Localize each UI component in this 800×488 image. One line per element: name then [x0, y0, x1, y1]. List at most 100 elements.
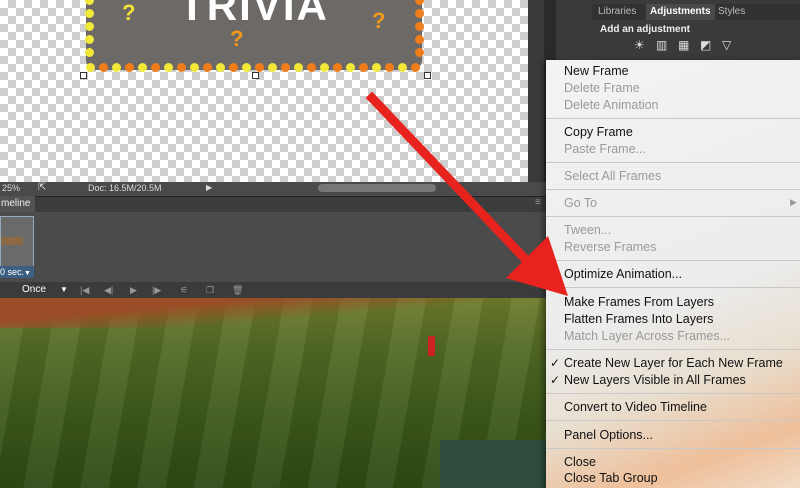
- bulb-dot: [307, 63, 316, 72]
- play-icon[interactable]: ▶: [130, 284, 137, 296]
- menu-item-optimize-animation[interactable]: Optimize Animation...: [564, 267, 682, 282]
- menu-divider: [546, 287, 800, 288]
- question-mark: ?: [230, 26, 244, 51]
- question-mark: ?: [122, 0, 136, 25]
- bulb-dot: [320, 63, 329, 72]
- panel-subtitle: Add an adjustment: [600, 24, 691, 35]
- chevron-down-icon: ▼: [60, 285, 68, 294]
- menu-divider: [546, 162, 800, 163]
- zoom-level[interactable]: 25%: [2, 183, 20, 193]
- menu-item-go-to[interactable]: Go To: [564, 196, 597, 211]
- frame-thumbnail[interactable]: [0, 216, 34, 268]
- tab-timeline[interactable]: meline: [0, 196, 35, 212]
- menu-item-reverse-frames[interactable]: Reverse Frames: [564, 240, 656, 255]
- transform-handle[interactable]: [252, 72, 259, 79]
- transform-handle[interactable]: [424, 72, 431, 79]
- levels-icon[interactable]: ▥: [656, 38, 667, 52]
- document-canvas[interactable]: TRIVIA ? ? ?: [0, 0, 528, 182]
- loop-select[interactable]: Once ▼: [14, 284, 68, 296]
- checkmark-icon: ✓: [550, 356, 561, 370]
- menu-item-paste-frame[interactable]: Paste Frame...: [564, 142, 646, 157]
- bulb-dot: [268, 63, 277, 72]
- exposure-icon[interactable]: ◩: [700, 38, 711, 52]
- timeline-header: [0, 196, 548, 213]
- frame-preview: [1, 237, 23, 245]
- tab-styles[interactable]: Styles: [718, 4, 745, 20]
- field-dirt: [0, 298, 548, 328]
- bulb-dot: [372, 63, 381, 72]
- menu-divider: [546, 420, 800, 421]
- menu-item-copy-frame[interactable]: Copy Frame: [564, 125, 633, 140]
- status-bar: 25% ⇱ Doc: 16.5M/20.5M ▶: [0, 182, 548, 196]
- bulb-dot: [415, 22, 424, 31]
- bulb-dot: [411, 63, 420, 72]
- menu-item-delete-frame[interactable]: Delete Frame: [564, 81, 640, 96]
- frame-delay[interactable]: 0 sec.▼: [0, 266, 34, 278]
- menu-divider: [546, 448, 800, 449]
- bulb-dot: [294, 63, 303, 72]
- menu-divider: [546, 349, 800, 350]
- trivia-banner: TRIVIA ? ? ?: [85, 0, 424, 72]
- bulb-dot: [216, 63, 225, 72]
- bulb-dot: [138, 63, 147, 72]
- menu-item-delete-animation[interactable]: Delete Animation: [564, 98, 659, 113]
- menu-item-create-new-layer[interactable]: Create New Layer for Each New Frame: [564, 356, 783, 371]
- chevron-down-icon: ▼: [24, 270, 31, 277]
- first-frame-icon[interactable]: |◀: [80, 284, 89, 296]
- doc-size[interactable]: Doc: 16.5M/20.5M: [88, 183, 162, 193]
- tween-icon[interactable]: ⚟: [180, 284, 188, 296]
- bulb-dot: [281, 63, 290, 72]
- next-frame-icon[interactable]: |▶: [152, 284, 161, 296]
- tab-libraries[interactable]: Libraries: [598, 4, 636, 20]
- context-menu: New Frame Delete Frame Delete Animation …: [546, 60, 800, 488]
- transform-handle[interactable]: [80, 72, 87, 79]
- menu-divider: [546, 189, 800, 190]
- timeline-body: [0, 212, 548, 282]
- menu-item-tween[interactable]: Tween...: [564, 223, 611, 238]
- bulb-dot: [125, 63, 134, 72]
- menu-item-new-layers-visible[interactable]: New Layers Visible in All Frames: [564, 373, 746, 388]
- bulb-dot: [415, 35, 424, 44]
- canvas-frame-edge: [528, 0, 544, 182]
- menu-item-new-frame[interactable]: New Frame: [564, 64, 629, 79]
- bulb-dot: [151, 63, 160, 72]
- player-figure: [428, 336, 435, 356]
- menu-item-close[interactable]: Close: [564, 455, 596, 470]
- bulb-dot: [415, 0, 424, 5]
- menu-divider: [546, 393, 800, 394]
- tab-adjustments[interactable]: Adjustments: [646, 4, 715, 20]
- bulb-dot: [229, 63, 238, 72]
- frame-delay-label: 0 sec.: [0, 267, 25, 277]
- bulb-dot: [333, 63, 342, 72]
- menu-item-select-all-frames[interactable]: Select All Frames: [564, 169, 661, 184]
- bulb-dot: [85, 9, 94, 18]
- bulb-dot: [346, 63, 355, 72]
- bulb-dot: [85, 22, 94, 31]
- bulb-dot: [385, 63, 394, 72]
- menu-item-match-layer-across-frames[interactable]: Match Layer Across Frames...: [564, 329, 730, 344]
- panel-menu-icon[interactable]: ≡: [535, 197, 541, 208]
- gradient-icon[interactable]: ▽: [722, 38, 731, 52]
- menu-divider: [546, 260, 800, 261]
- duplicate-frame-icon[interactable]: ❐: [206, 284, 214, 296]
- outfield-wall: [440, 440, 548, 488]
- share-icon[interactable]: ⇱: [38, 182, 46, 193]
- status-menu-arrow-icon[interactable]: ▶: [206, 183, 212, 192]
- trash-icon[interactable]: 🗑: [232, 284, 243, 296]
- bulb-dot: [99, 63, 108, 72]
- previous-frame-icon[interactable]: ◀|: [104, 284, 113, 296]
- bulb-dot: [255, 63, 264, 72]
- horizontal-scrollbar[interactable]: [318, 184, 436, 192]
- menu-item-flatten-frames-into-layers[interactable]: Flatten Frames Into Layers: [564, 312, 713, 327]
- menu-item-panel-options[interactable]: Panel Options...: [564, 428, 653, 443]
- checkmark-icon: ✓: [550, 373, 561, 387]
- curves-icon[interactable]: ▦: [678, 38, 689, 52]
- bulb-dot: [177, 63, 186, 72]
- brightness-icon[interactable]: ☀: [634, 38, 645, 52]
- bulb-dot: [164, 63, 173, 72]
- bulb-dot: [203, 63, 212, 72]
- menu-item-convert-to-video-timeline[interactable]: Convert to Video Timeline: [564, 400, 707, 415]
- bulb-dot: [415, 9, 424, 18]
- menu-item-make-frames-from-layers[interactable]: Make Frames From Layers: [564, 295, 714, 310]
- menu-item-close-tab-group[interactable]: Close Tab Group: [564, 471, 658, 486]
